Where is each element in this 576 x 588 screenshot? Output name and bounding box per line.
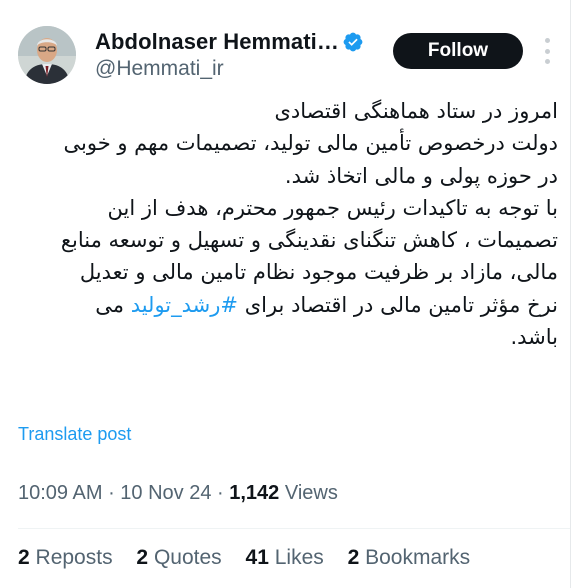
- quotes-label: Quotes: [153, 546, 222, 569]
- quotes-count: 2: [136, 546, 149, 569]
- reposts-label: Reposts: [35, 546, 113, 569]
- bookmarks-count: 2: [347, 546, 360, 569]
- engagement-stats: 2 Reposts 2 Quotes 41 Likes 2 Bookmarks: [18, 546, 488, 570]
- tweet-card: Abdolnaser Hemmati… @Hemmati_ir Follow ا…: [0, 0, 571, 588]
- views-count: 1,142: [229, 482, 280, 504]
- post-date[interactable]: 10 Nov 24: [120, 482, 211, 504]
- tweet-line: دولت درخصوص تأمین مالی تولید، تصمیمات مه…: [63, 131, 559, 156]
- author-handle[interactable]: @Hemmati_ir: [95, 57, 224, 81]
- more-dot: [544, 59, 550, 64]
- hashtag-link[interactable]: #رشد_تولید: [131, 293, 238, 317]
- translate-post-link[interactable]: Translate post: [18, 424, 131, 445]
- likes-label: Likes: [274, 546, 324, 569]
- tweet-line-text: می: [95, 292, 124, 317]
- tweet-line: باشد.: [510, 325, 558, 350]
- post-time[interactable]: 10:09 AM: [18, 482, 103, 504]
- author-name[interactable]: Abdolnaser Hemmati…: [95, 29, 339, 55]
- tweet-text: امروز در ستاد هماهنگی اقتصادی دولت درخصو…: [18, 95, 558, 353]
- tweet-line: نرخ مؤثر تامین مالی در اقتصاد برای #رشد_…: [18, 289, 558, 321]
- tweet-line-text: نرخ مؤثر تامین مالی در اقتصاد برای: [244, 292, 558, 317]
- author-avatar[interactable]: [18, 26, 76, 84]
- tweet-line: با توجه به تاکیدات رئیس جمهور محترم، هدف…: [107, 195, 558, 220]
- more-dot: [544, 38, 550, 43]
- bookmarks-stat[interactable]: 2 Bookmarks: [348, 546, 471, 570]
- tweet-line: مالی، مازاد بر ظرفیت موجود نظام تامین ما…: [79, 260, 558, 285]
- post-meta: 10:09 AM · 10 Nov 24 · 1,142 Views: [18, 482, 338, 505]
- likes-stat[interactable]: 41 Likes: [246, 546, 324, 570]
- meta-separator: ·: [211, 482, 230, 504]
- meta-separator: ·: [102, 482, 121, 504]
- more-dot: [544, 48, 550, 54]
- reposts-count: 2: [18, 546, 30, 569]
- tweet-line: امروز در ستاد هماهنگی اقتصادی: [274, 99, 558, 123]
- likes-count: 41: [245, 546, 269, 569]
- reposts-stat[interactable]: 2 Reposts: [18, 546, 113, 570]
- divider: [18, 528, 570, 529]
- verified-badge-icon: [343, 32, 363, 52]
- tweet-line: تصمیمات ، کاهش تنگنای نقدینگی و تسهیل و …: [60, 228, 558, 253]
- quotes-stat[interactable]: 2 Quotes: [136, 546, 221, 570]
- tweet-line: در حوزه پولی و مالی اتخاذ شد.: [284, 163, 558, 188]
- bookmarks-label: Bookmarks: [365, 546, 471, 569]
- profile-photo-icon: [18, 26, 76, 84]
- views-label: Views: [279, 482, 338, 504]
- follow-button[interactable]: Follow: [393, 33, 523, 69]
- more-vertical-icon[interactable]: [540, 38, 554, 64]
